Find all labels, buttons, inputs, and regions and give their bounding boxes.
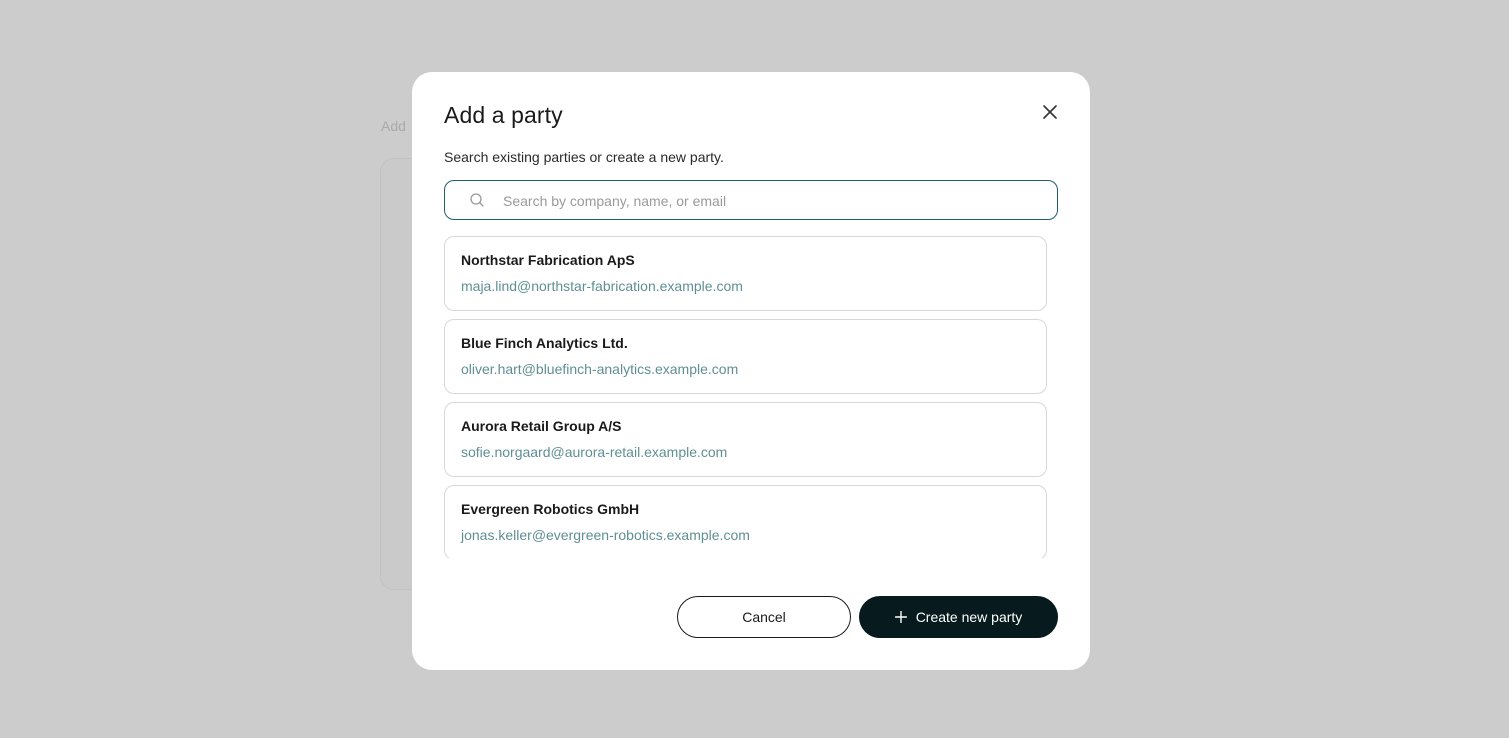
add-party-dialog: Add a party Search existing parties or c… [412, 72, 1090, 670]
party-name: Aurora Retail Group A/S [461, 418, 622, 434]
party-email: oliver.hart@bluefinch-analytics.example.… [461, 361, 739, 377]
party-name: Northstar Fabrication ApS [461, 252, 635, 268]
party-results-list[interactable]: Northstar Fabrication ApS maja.lind@nort… [444, 236, 1047, 558]
party-email: jonas.keller@evergreen-robotics.example.… [461, 527, 750, 543]
cancel-button[interactable]: Cancel [677, 596, 851, 638]
close-button[interactable] [1038, 100, 1062, 124]
party-email: sofie.norgaard@aurora-retail.example.com [461, 444, 728, 460]
party-name: Blue Finch Analytics Ltd. [461, 335, 628, 351]
search-field[interactable] [444, 180, 1058, 221]
party-result-item[interactable]: Evergreen Robotics GmbH jonas.keller@eve… [444, 485, 1047, 558]
create-new-party-button[interactable]: Create new party [859, 596, 1058, 638]
dialog-subtitle: Search existing parties or create a new … [444, 149, 724, 165]
create-new-party-label: Create new party [915, 609, 1023, 625]
party-result-item[interactable]: Northstar Fabrication ApS maja.lind@nort… [444, 236, 1047, 311]
party-result-item[interactable]: Blue Finch Analytics Ltd. oliver.hart@bl… [444, 319, 1047, 394]
dialog-title: Add a party [444, 102, 563, 128]
party-name: Evergreen Robotics GmbH [461, 501, 640, 517]
background-heading: Add [381, 118, 406, 134]
party-result-item[interactable]: Aurora Retail Group A/S sofie.norgaard@a… [444, 402, 1047, 477]
close-icon [1043, 105, 1057, 119]
plus-icon [894, 611, 907, 623]
party-email: maja.lind@northstar-fabrication.example.… [461, 278, 743, 294]
search-input[interactable] [501, 181, 1045, 221]
search-icon [470, 193, 484, 207]
